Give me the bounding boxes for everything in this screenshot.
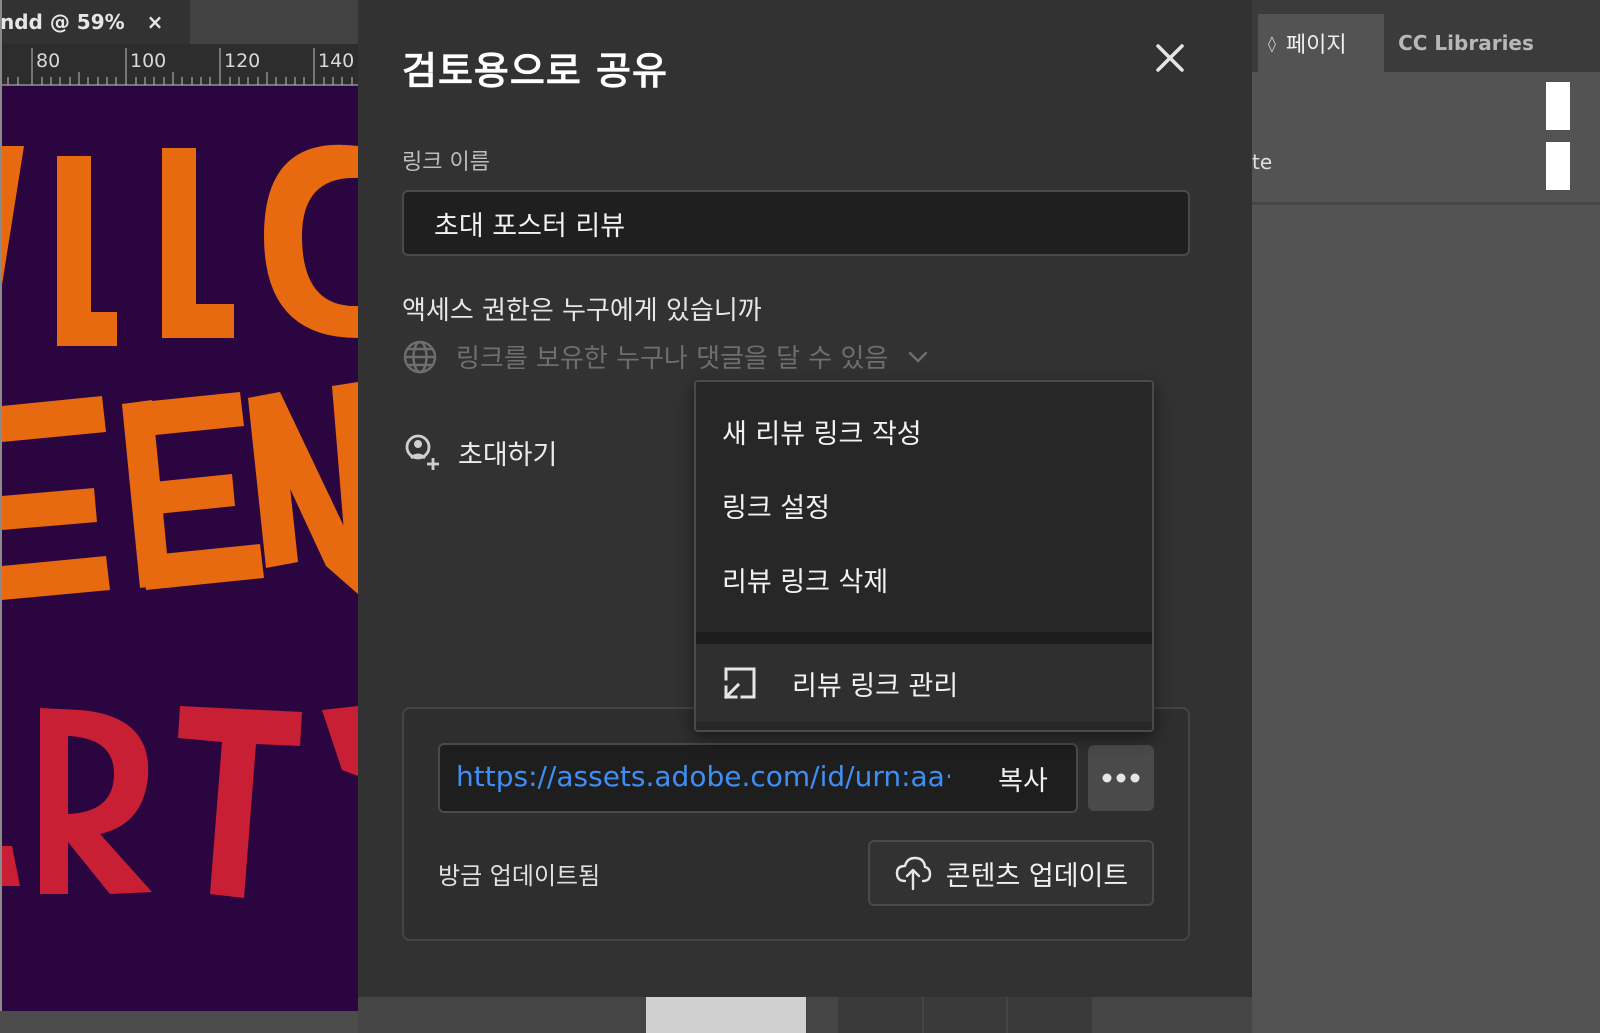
document-tab-close-icon[interactable]: × (147, 10, 164, 34)
ruler-label: 120 (224, 50, 261, 72)
more-options-button[interactable] (1088, 745, 1154, 811)
status-bar-segment (646, 997, 806, 1033)
add-user-icon (405, 434, 439, 470)
document-canvas[interactable] (2, 86, 358, 1011)
dialog-bottom-strip (358, 997, 1252, 1033)
updown-arrows-icon: ◊ (1268, 33, 1276, 53)
menu-item-link-settings[interactable]: 링크 설정 (722, 486, 830, 525)
status-bar-segment (838, 997, 922, 1033)
review-link-url[interactable]: https://assets.adobe.com/id/urn:aa··· (456, 760, 950, 793)
panel-divider (1252, 202, 1600, 205)
tab-bar-empty (190, 0, 358, 44)
update-content-button[interactable]: 콘텐츠 업데이트 (868, 840, 1154, 906)
poster-artwork (2, 144, 358, 898)
link-name-input[interactable] (402, 190, 1190, 256)
more-dots-icon (1102, 773, 1140, 783)
manage-review-links-label: 리뷰 링크 관리 (792, 670, 959, 702)
copy-link-button[interactable]: 복사 (978, 757, 1068, 799)
dialog-title: 검토용으로 공유 (402, 49, 668, 93)
window-left-edge (0, 0, 2, 1033)
access-dropdown[interactable]: 링크를 보유한 누구나 댓글을 달 수 있음 (402, 338, 930, 375)
horizontal-ruler: 80 100 120 140 (0, 44, 358, 86)
tab-cc-libraries[interactable]: CC Libraries (1386, 14, 1546, 72)
close-icon[interactable] (1150, 38, 1190, 78)
menu-item-manage-review-links[interactable]: 리뷰 링크 관리 (696, 644, 1152, 722)
menu-item-new-review-link[interactable]: 새 리뷰 링크 작성 (722, 412, 922, 451)
globe-icon (403, 340, 437, 373)
invite-button[interactable]: 초대하기 (402, 432, 557, 472)
document-tab-label: ndd @ 59% (0, 10, 125, 34)
cloud-upload-icon (895, 856, 931, 891)
link-options-menu: 새 리뷰 링크 작성 링크 설정 리뷰 링크 삭제 리뷰 링크 관리 (694, 380, 1154, 732)
canvas-scrollbar-area[interactable] (0, 1011, 358, 1033)
ruler-label: 140 (318, 50, 355, 72)
ruler-label: 80 (36, 50, 61, 72)
chevron-down-icon (909, 351, 928, 363)
panel-swatch[interactable] (1546, 82, 1570, 130)
ruler-label: 100 (130, 50, 167, 72)
menu-separator (696, 632, 1152, 644)
link-name-label: 링크 이름 (402, 150, 490, 175)
open-external-icon (723, 667, 756, 700)
menu-item-delete-review-link[interactable]: 리뷰 링크 삭제 (722, 560, 888, 599)
access-value: 링크를 보유한 누구나 댓글을 달 수 있음 (456, 344, 889, 374)
update-content-label: 콘텐츠 업데이트 (945, 860, 1129, 892)
panel-swatch[interactable] (1546, 142, 1570, 190)
document-tab[interactable]: ndd @ 59% × (0, 0, 190, 44)
status-bar-segment (924, 997, 1006, 1033)
update-status: 방금 업데이트됨 (438, 862, 601, 890)
tab-pages[interactable]: ◊ 페이지 (1258, 14, 1384, 72)
panel-partial-text: te (1252, 150, 1273, 174)
access-label: 액세스 권한은 누구에게 있습니까 (402, 296, 762, 326)
status-bar-segment (1008, 997, 1092, 1033)
invite-label: 초대하기 (458, 439, 558, 471)
tab-pages-label: 페이지 (1285, 33, 1347, 58)
